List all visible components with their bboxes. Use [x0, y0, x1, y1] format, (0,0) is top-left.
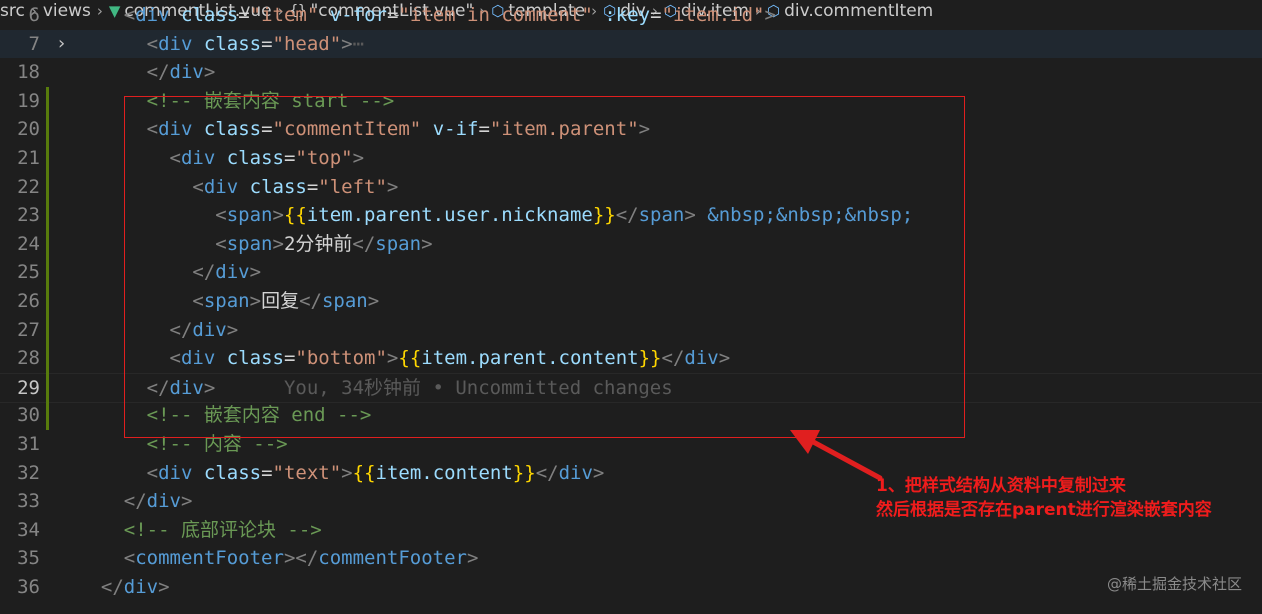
line-number: 19: [17, 89, 40, 112]
line-number: 35: [17, 547, 40, 570]
annotation-note: 1、把样式结构从资料中复制过来然后根据是否存在parent进行渲染嵌套内容: [876, 474, 1212, 522]
watermark: @稀土掘金技术社区: [1106, 575, 1242, 593]
highlight-box: [124, 96, 965, 438]
annotation-line-1: 1、把样式结构从资料中复制过来: [876, 476, 1126, 496]
annotation-line-2: 然后根据是否存在parent进行渲染嵌套内容: [876, 500, 1212, 520]
fold-chevron-icon[interactable]: ›: [56, 30, 67, 59]
line-number: 22: [17, 175, 40, 198]
code-line[interactable]: 7 › <div class="head">⋯: [0, 29, 1262, 59]
code-line[interactable]: 6 <div class="item" v-for="item in comme…: [0, 1, 1262, 30]
line-number: 29: [17, 376, 40, 399]
line-number: 34: [17, 518, 40, 541]
line-number: 32: [17, 461, 40, 484]
line-number: 21: [17, 147, 40, 169]
code-text: <div class="head">⋯: [146, 32, 365, 55]
code-line[interactable]: 36 </div>: [0, 573, 1262, 602]
code-line[interactable]: 35 <commentFooter></commentFooter>: [0, 544, 1262, 573]
line-number: 6: [28, 4, 40, 26]
arrow-icon: [790, 430, 883, 481]
code-text: </div>: [146, 61, 216, 84]
line-number: 25: [17, 261, 40, 284]
code-line[interactable]: 18 </div>: [0, 58, 1262, 87]
line-number: 26: [17, 290, 40, 312]
git-modified-indicator: [46, 86, 49, 430]
line-number: 28: [17, 347, 40, 370]
code-text: <div class="text">{{item.content}}</div>: [146, 461, 605, 484]
code-text: <div class="item" v-for="item in comment…: [123, 4, 776, 26]
line-number: 20: [17, 118, 40, 141]
code-text: </div>: [123, 490, 193, 513]
line-number: 30: [17, 404, 40, 427]
code-text: <commentFooter></commentFooter>: [123, 547, 479, 570]
line-number: 23: [17, 204, 40, 227]
line-number: 36: [17, 576, 40, 598]
line-number: 18: [17, 61, 40, 84]
line-number: 33: [17, 490, 40, 513]
line-number: 24: [17, 232, 40, 255]
code-text: <!-- 底部评论块 -->: [123, 518, 322, 541]
line-number: 31: [17, 433, 40, 455]
line-number: 7: [28, 32, 40, 55]
line-number: 27: [17, 318, 40, 341]
code-text: </div>: [100, 576, 170, 598]
